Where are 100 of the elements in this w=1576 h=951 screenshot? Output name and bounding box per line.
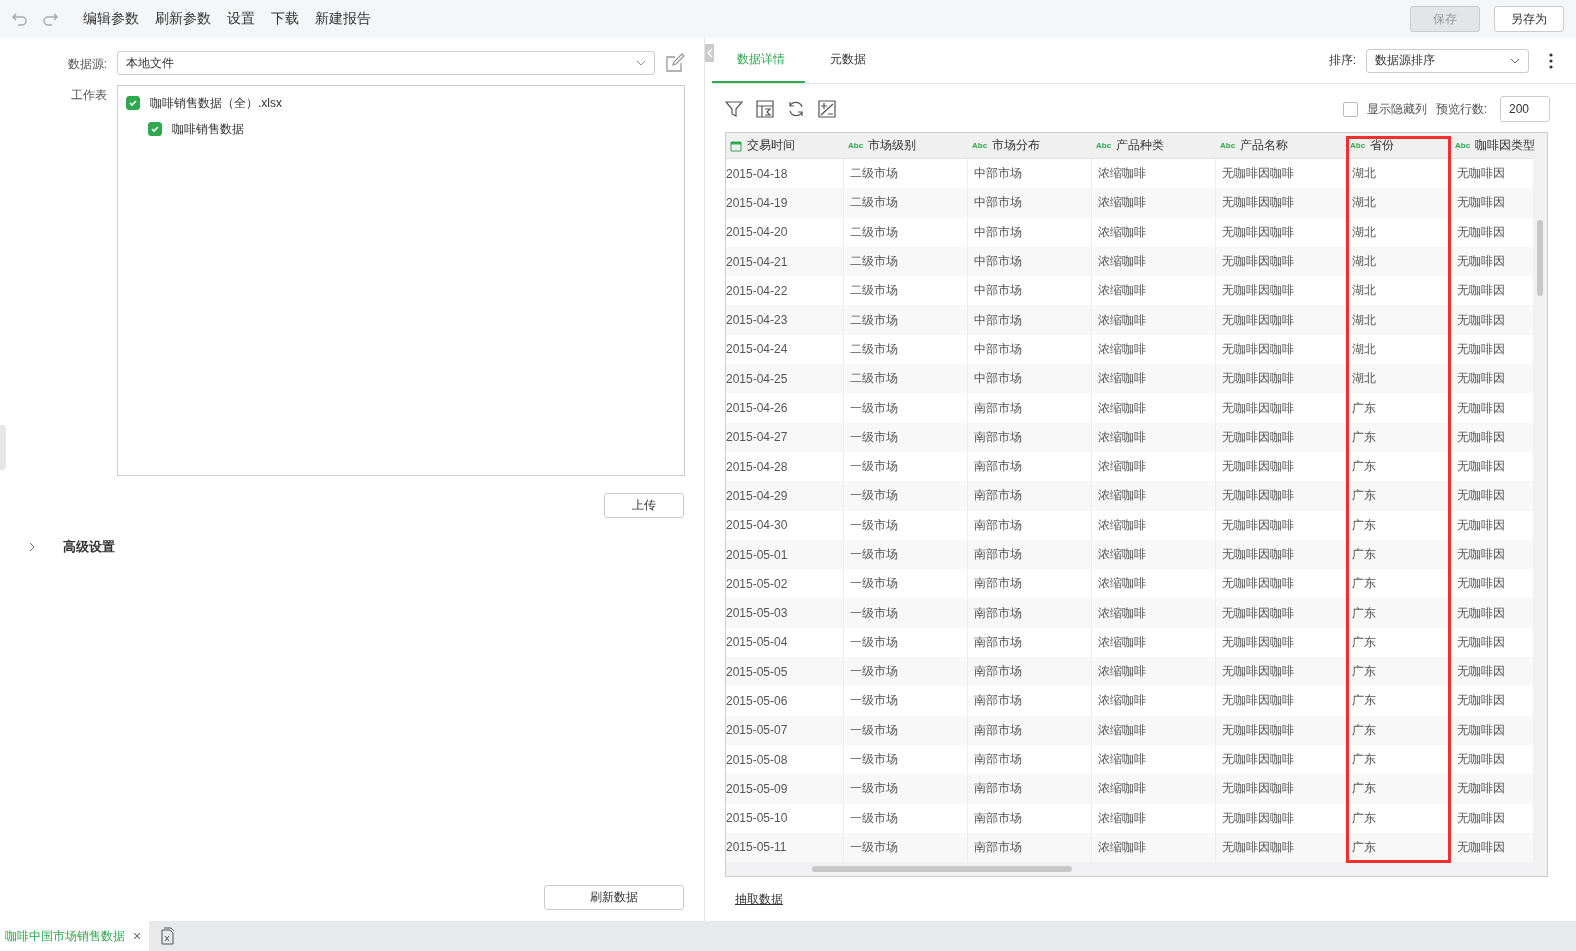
sort-label: 排序: [1328,52,1356,69]
upload-button[interactable]: 上传 [604,493,684,518]
header-text: 咖啡因类型 [1475,137,1536,154]
column-header[interactable]: Abc 产品种类 [1092,133,1216,158]
table-sum-icon[interactable] [756,100,774,118]
table-cell: 浓缩咖啡 [1092,686,1216,716]
calendar-icon [730,139,742,152]
table-cell: 无咖啡因咖啡 [1216,803,1346,833]
chevron-right-icon[interactable] [29,542,35,552]
table-cell: 无咖啡因咖啡 [1216,686,1346,716]
table-cell: 一级市场 [844,715,968,745]
menu-item[interactable]: 下载 [271,10,299,28]
scrollbar-thumb[interactable] [1537,220,1543,296]
table-cell: 浓缩咖啡 [1092,774,1216,804]
table-cell: 一级市场 [844,481,968,511]
filter-icon[interactable] [725,100,743,118]
table-cell: 浓缩咖啡 [1092,715,1216,745]
table-cell: 浓缩咖啡 [1092,217,1216,247]
preview-rows-input[interactable]: 200 [1500,96,1550,122]
table-cell: 一级市场 [844,422,968,452]
table-cell: 2015-04-29 [726,481,844,511]
table-cell: 浓缩咖啡 [1092,598,1216,628]
scrollbar-thumb[interactable] [812,866,1072,872]
table-cell: 2015-05-03 [726,598,844,628]
field-label: 数据源: [66,55,107,73]
checkbox-label[interactable]: 显示隐藏列 [1366,100,1427,118]
checkbox[interactable] [126,96,140,110]
table-cell: 2015-04-27 [726,422,844,452]
table-cell: 浓缩咖啡 [1092,393,1216,423]
refresh-data-button[interactable]: 刷新数据 [544,885,684,910]
table-cell: 中部市场 [968,305,1092,335]
table-cell: 无咖啡因咖啡 [1216,715,1346,745]
chevron-down-icon [1510,57,1520,64]
table-cell: 南部市场 [968,510,1092,540]
checkmark-icon [150,124,160,134]
table-cell: 南部市场 [968,832,1092,863]
table-cell: 广东 [1346,393,1451,423]
table-cell: 一级市场 [844,774,968,804]
table-cell: 一级市场 [844,393,968,423]
table-cell: 2015-05-07 [726,715,844,745]
table-cell: 南部市场 [968,686,1092,716]
menu-item[interactable]: 设置 [227,10,255,28]
menu-item[interactable]: 编辑参数 [83,10,139,28]
panel-collapse-handle[interactable] [0,425,6,470]
refresh-icon[interactable] [787,100,805,118]
menu-item[interactable]: 新建报告 [315,10,371,28]
table-cell: 无咖啡因咖啡 [1216,481,1346,511]
column-header[interactable]: 交易时间 [726,133,844,158]
section-title[interactable]: 高级设置 [63,538,115,556]
type-label: Abc [1096,141,1112,150]
column-header[interactable]: Abc 市场级别 [844,133,968,158]
table-cell: 2015-05-06 [726,686,844,716]
document-icon[interactable] [159,927,176,945]
sheet-tab[interactable]: 咖啡中国市场销售数据 × [0,921,150,951]
table-cell: 浓缩咖啡 [1092,832,1216,863]
column-header[interactable]: Abc 市场分布 [968,133,1092,158]
table-cell: 无咖啡因咖啡 [1216,832,1346,863]
checkbox[interactable] [1342,101,1358,117]
column-header[interactable]: Abc 咖啡因类型 [1451,133,1535,158]
table-cell: 无咖啡因咖啡 [1216,598,1346,628]
table-cell: 无咖啡因咖啡 [1216,217,1346,247]
table-cell: 南部市场 [968,481,1092,511]
tab[interactable]: 元数据 [805,38,886,83]
type-label: Abc [1455,141,1471,150]
header-text: 市场分布 [992,137,1041,154]
header-text: 产品名称 [1240,137,1289,154]
formula-icon[interactable] [818,100,836,118]
menu-item[interactable]: 刷新参数 [155,10,211,28]
table-cell: 2015-05-10 [726,803,844,833]
sort-select[interactable]: 数据源排序 [1366,48,1529,73]
table-cell: 二级市场 [844,305,968,335]
sheet-name[interactable]: 咖啡销售数据 [172,120,244,138]
toolbar-button[interactable]: 另存为 [1494,6,1564,32]
table-cell: 广东 [1346,598,1451,628]
table-cell: 浓缩咖啡 [1092,803,1216,833]
panel-collapse-handle[interactable] [705,44,714,62]
checkbox[interactable] [148,122,162,136]
table-cell: 南部市场 [968,393,1092,423]
column-header[interactable]: Abc 产品名称 [1216,133,1346,158]
table-cell: 中部市场 [968,188,1092,218]
column-header[interactable]: Abc 省份 [1346,133,1451,158]
table-cell: 中部市场 [968,217,1092,247]
more-icon[interactable] [1549,52,1553,69]
table-cell: 二级市场 [844,188,968,218]
close-button[interactable]: × [133,928,142,944]
extract-data-link[interactable]: 抽取数据 [735,892,783,906]
type-label: Abc [1220,141,1236,150]
table-cell: 2015-04-26 [726,393,844,423]
table-cell: 一级市场 [844,803,968,833]
table-cell: 二级市场 [844,217,968,247]
type-label: Abc [1350,141,1366,150]
table-cell: 2015-04-23 [726,305,844,335]
table-cell: 广东 [1346,774,1451,804]
source-select[interactable]: 本地文件 [117,51,655,75]
checkmark-icon [128,98,138,108]
table-cell: 2015-04-20 [726,217,844,247]
table-cell: 广东 [1346,686,1451,716]
edit-icon[interactable] [665,53,685,73]
file-name[interactable]: 咖啡销售数据（全）.xlsx [150,94,282,112]
table-cell: 一级市场 [844,686,968,716]
